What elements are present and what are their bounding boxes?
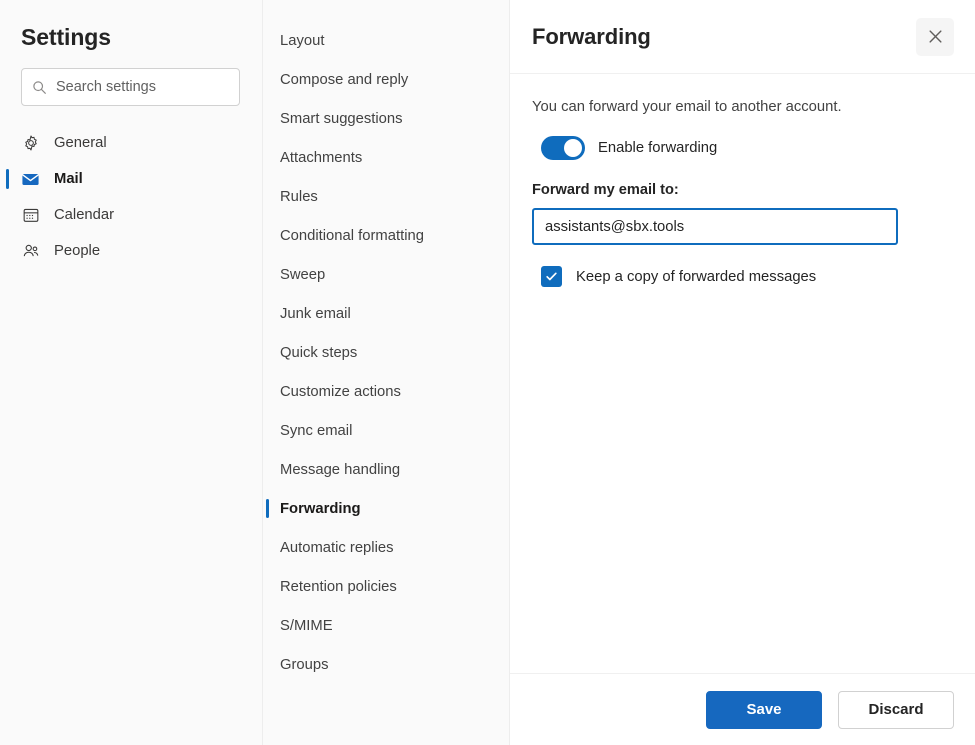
- subnav-item-label: Customize actions: [280, 383, 401, 400]
- forwarding-panel: Forwarding You can forward your email to…: [510, 0, 975, 745]
- subnav-item-compose-and-reply[interactable]: Compose and reply: [263, 60, 509, 99]
- mail-subnav: Layout Compose and reply Smart suggestio…: [262, 0, 510, 745]
- subnav-item-junk-email[interactable]: Junk email: [263, 294, 509, 333]
- panel-body: You can forward your email to another ac…: [510, 74, 975, 287]
- subnav-item-label: Rules: [280, 188, 318, 205]
- subnav-item-attachments[interactable]: Attachments: [263, 138, 509, 177]
- subnav-item-retention-policies[interactable]: Retention policies: [263, 567, 509, 606]
- subnav-item-message-handling[interactable]: Message handling: [263, 450, 509, 489]
- subnav-item-groups[interactable]: Groups: [263, 645, 509, 684]
- subnav-item-label: Automatic replies: [280, 539, 394, 556]
- subnav-item-label: S/MIME: [280, 617, 333, 634]
- sidebar-nav-list: General Mail Calendar People: [0, 125, 262, 269]
- subnav-item-label: Quick steps: [280, 344, 358, 361]
- subnav-item-label: Sweep: [280, 266, 326, 283]
- settings-title: Settings: [21, 24, 111, 50]
- enable-forwarding-row: Enable forwarding: [532, 136, 953, 160]
- enable-forwarding-toggle[interactable]: [541, 136, 585, 160]
- settings-sidebar: Settings General: [0, 0, 262, 745]
- subnav-item-label: Junk email: [280, 305, 351, 322]
- sidebar-item-calendar[interactable]: Calendar: [0, 197, 262, 233]
- sidebar-item-label: People: [54, 243, 101, 259]
- people-icon: [21, 242, 40, 261]
- keep-copy-label: Keep a copy of forwarded messages: [576, 268, 817, 285]
- close-icon: [926, 27, 945, 46]
- discard-button[interactable]: Discard: [838, 690, 954, 729]
- subnav-item-smime[interactable]: S/MIME: [263, 606, 509, 645]
- envelope-icon: [21, 170, 40, 189]
- search-icon: [32, 80, 47, 95]
- search-settings-box[interactable]: [21, 68, 240, 106]
- sidebar-item-people[interactable]: People: [0, 233, 262, 269]
- calendar-icon: [21, 206, 40, 225]
- subnav-item-label: Message handling: [280, 461, 401, 478]
- subnav-item-sync-email[interactable]: Sync email: [263, 411, 509, 450]
- subnav-item-label: Forwarding: [280, 500, 361, 517]
- save-button[interactable]: Save: [706, 690, 822, 729]
- subnav-item-label: Retention policies: [280, 578, 397, 595]
- subnav-item-label: Attachments: [280, 149, 363, 166]
- keep-copy-checkbox[interactable]: [541, 266, 562, 287]
- sidebar-item-label: General: [54, 135, 107, 151]
- subnav-item-label: Layout: [280, 32, 325, 49]
- subnav-item-layout[interactable]: Layout: [263, 21, 509, 60]
- settings-dialog: Settings General: [0, 0, 975, 745]
- page-title: Forwarding: [532, 23, 651, 49]
- subnav-item-label: Conditional formatting: [280, 227, 424, 244]
- subnav-item-automatic-replies[interactable]: Automatic replies: [263, 528, 509, 567]
- subnav-item-conditional-formatting[interactable]: Conditional formatting: [263, 216, 509, 255]
- subnav-item-label: Compose and reply: [280, 71, 409, 88]
- panel-footer: Save Discard: [510, 673, 975, 745]
- sidebar-item-label: Calendar: [54, 207, 115, 223]
- sidebar-item-general[interactable]: General: [0, 125, 262, 161]
- intro-text: You can forward your email to another ac…: [532, 99, 842, 115]
- toggle-knob: [564, 139, 582, 157]
- subnav-item-rules[interactable]: Rules: [263, 177, 509, 216]
- subnav-item-forwarding[interactable]: Forwarding: [263, 489, 509, 528]
- subnav-item-label: Groups: [280, 656, 329, 673]
- subnav-item-label: Smart suggestions: [280, 110, 403, 127]
- keep-copy-row: Keep a copy of forwarded messages: [532, 266, 953, 287]
- enable-forwarding-label: Enable forwarding: [598, 140, 718, 156]
- panel-header: Forwarding: [510, 0, 975, 74]
- subnav-item-customize-actions[interactable]: Customize actions: [263, 372, 509, 411]
- subnav-item-label: Sync email: [280, 422, 353, 439]
- forward-email-input[interactable]: [532, 208, 898, 245]
- subnav-item-sweep[interactable]: Sweep: [263, 255, 509, 294]
- subnav-item-smart-suggestions[interactable]: Smart suggestions: [263, 99, 509, 138]
- gear-icon: [21, 134, 40, 153]
- close-button[interactable]: [916, 17, 954, 56]
- subnav-item-quick-steps[interactable]: Quick steps: [263, 333, 509, 372]
- forward-email-label: Forward my email to:: [532, 182, 679, 198]
- sidebar-item-mail[interactable]: Mail: [0, 161, 262, 197]
- sidebar-item-label: Mail: [54, 171, 83, 187]
- search-input[interactable]: [56, 79, 229, 95]
